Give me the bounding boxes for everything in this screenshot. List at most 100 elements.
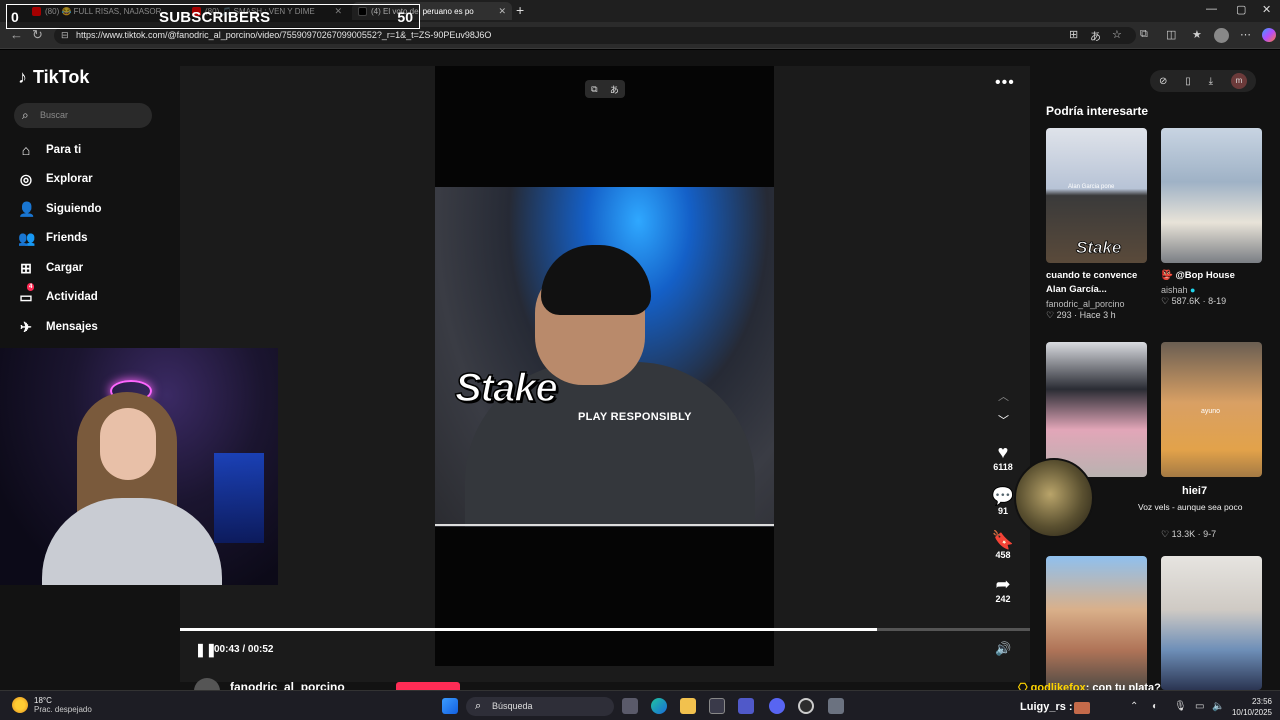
- sidebar-item-siguiendo[interactable]: 👤 Siguiendo: [18, 198, 102, 220]
- share-button[interactable]: ➦ 242: [985, 574, 1021, 604]
- previous-video-icon[interactable]: ︿: [998, 388, 1009, 404]
- split-screen-icon[interactable]: ◫: [1166, 28, 1176, 41]
- user-avatar[interactable]: m: [1231, 73, 1247, 89]
- chat-overlay-image: [1074, 702, 1090, 714]
- menu-more-icon[interactable]: ⋯: [1240, 28, 1251, 41]
- profile-avatar[interactable]: [1214, 28, 1229, 43]
- subscriber-goal-overlay: 0 SUBSCRIBERS 50: [6, 4, 420, 29]
- task-view-icon[interactable]: [622, 698, 638, 714]
- search-input[interactable]: ⌕ Buscar: [14, 103, 152, 128]
- save-button[interactable]: 🔖 458: [985, 530, 1021, 560]
- stake-logo: Stake: [454, 365, 558, 411]
- video-thumbnail: [1161, 128, 1262, 263]
- search-icon: ⌕: [22, 108, 29, 122]
- sidebar-item-friends[interactable]: 👥 Friends: [18, 227, 88, 249]
- recommended-card[interactable]: Alan Garcia pone Stake cuando te convenc…: [1046, 128, 1147, 321]
- copilot-icon[interactable]: [1262, 28, 1276, 42]
- bookmark-icon: 🔖: [991, 530, 1015, 550]
- sidebar-item-explorar[interactable]: ◎ Explorar: [18, 168, 93, 190]
- maximize-icon[interactable]: ▢: [1236, 3, 1246, 16]
- device-icon[interactable]: ▯: [1185, 76, 1191, 87]
- tray-app-icon[interactable]: ◐: [1152, 701, 1158, 712]
- like-button[interactable]: ♥ 6118: [985, 442, 1021, 472]
- monitor-icon[interactable]: ▭: [1195, 701, 1204, 712]
- caption-text: PLAY RESPONSIBLY: [578, 411, 692, 423]
- edge-icon[interactable]: [651, 698, 667, 714]
- notification-badge: 4: [27, 282, 35, 291]
- card-author[interactable]: aishah ●: [1161, 285, 1262, 295]
- install-app-icon[interactable]: ⊞: [1069, 28, 1078, 41]
- minimize-icon[interactable]: —: [1206, 3, 1217, 15]
- url-field[interactable]: ⊟ https://www.tiktok.com/@fanodric_al_po…: [54, 27, 1136, 44]
- new-tab-button[interactable]: +: [516, 2, 524, 18]
- sidebar-item-label: Explorar: [46, 173, 93, 185]
- picture-in-picture-icon[interactable]: ⧉: [591, 84, 597, 95]
- streamer: [22, 388, 232, 585]
- card-author[interactable]: fanodric_al_porcino: [1046, 299, 1147, 309]
- back-icon[interactable]: ←: [10, 27, 23, 42]
- more-options-icon[interactable]: •••: [995, 74, 1015, 92]
- volume-icon[interactable]: 🔊: [995, 641, 1011, 657]
- chat-message: Voz vels - aunque sea poco: [1138, 502, 1243, 512]
- logo-text: TikTok: [33, 67, 90, 87]
- recommended-title: Podría interesarte: [1046, 104, 1149, 118]
- file-explorer-icon[interactable]: [680, 698, 696, 714]
- translate-icon[interactable]: あ: [610, 83, 619, 96]
- tiktok-note-icon: ♪: [18, 67, 27, 87]
- volume-icon[interactable]: 🔈: [1212, 701, 1224, 712]
- sidebar-item-label: Friends: [46, 232, 88, 244]
- next-video-icon[interactable]: ﹀: [998, 412, 1009, 428]
- share-count: 242: [995, 594, 1011, 604]
- translate-icon[interactable]: あ: [1090, 28, 1101, 44]
- sidebar-item-actividad[interactable]: ▭ 4 Actividad: [18, 282, 98, 308]
- refresh-icon[interactable]: ↻: [32, 27, 43, 43]
- video-thumbnail: [1046, 556, 1147, 690]
- tiktok-logo[interactable]: ♪ TikTok: [18, 67, 89, 88]
- start-menu-icon[interactable]: [442, 698, 458, 714]
- recommended-card[interactable]: 👺 @Bop House aishah ● ♡ 587.6K · 8-19: [1161, 128, 1262, 307]
- tray-chevron-icon[interactable]: ⌃: [1130, 701, 1138, 712]
- video-player-area[interactable]: Stake PLAY RESPONSIBLY ⧉ あ ••• ︿ ﹀ ♥ 611…: [180, 66, 1030, 682]
- upload-icon: ⊞: [20, 259, 32, 276]
- card-meta: ♡ 293 · Hace 3 h: [1046, 310, 1116, 320]
- compass-icon[interactable]: ⊘: [1159, 76, 1167, 87]
- sidebar-item-mensajes[interactable]: ✈ Mensajes: [18, 316, 98, 338]
- sidebar-item-cargar[interactable]: ⊞ Cargar: [18, 257, 83, 279]
- close-window-icon[interactable]: ✕: [1262, 3, 1271, 16]
- extensions-icon[interactable]: ⧉: [1140, 28, 1148, 41]
- home-icon: ⌂: [21, 142, 31, 158]
- system-clock[interactable]: 23:56 10/10/2025: [1228, 696, 1272, 718]
- compass-icon: ◎: [19, 170, 33, 187]
- video-thumbnail: Alan Garcia pone Stake: [1046, 128, 1147, 263]
- sidebar-item-label: Actividad: [46, 291, 98, 303]
- taskbar-search[interactable]: ⌕ Búsqueda: [466, 697, 614, 716]
- discord-icon[interactable]: [769, 698, 785, 714]
- video-content: [435, 187, 774, 527]
- chat-username: hiei7: [1182, 485, 1208, 497]
- recommended-card[interactable]: [1046, 556, 1147, 690]
- save-count: 458: [995, 550, 1011, 560]
- weather-widget[interactable]: 18°C Prac. despejado: [12, 696, 92, 714]
- store-icon[interactable]: [709, 698, 725, 714]
- download-icon[interactable]: ⤓: [1209, 76, 1213, 87]
- settings-icon[interactable]: [828, 698, 844, 714]
- sidebar-item-para-ti[interactable]: ⌂ Para ti: [18, 139, 81, 161]
- weather-temp: 18°C: [34, 696, 52, 705]
- recommended-card[interactable]: [1046, 342, 1147, 477]
- streamer-body: [42, 498, 222, 585]
- favorites-icon[interactable]: ★: [1192, 28, 1202, 41]
- video-frame[interactable]: Stake PLAY RESPONSIBLY: [435, 66, 774, 666]
- recommended-card[interactable]: [1161, 556, 1262, 690]
- like-count: 6118: [993, 462, 1013, 472]
- sidebar-item-label: Mensajes: [46, 321, 98, 333]
- site-info-icon[interactable]: ⊟: [61, 27, 69, 44]
- mic-icon[interactable]: 🎙: [1174, 701, 1187, 712]
- thumbnail-text: Alan Garcia pone: [1068, 184, 1115, 190]
- favorite-star-icon[interactable]: ☆: [1112, 28, 1122, 41]
- share-icon: ➦: [995, 574, 1011, 594]
- video-thumbnail: [1046, 342, 1147, 477]
- obs-icon[interactable]: [798, 698, 814, 714]
- teams-icon[interactable]: [738, 698, 754, 714]
- video-progress-bar[interactable]: [180, 628, 1030, 631]
- close-tab-icon[interactable]: ✕: [498, 6, 506, 17]
